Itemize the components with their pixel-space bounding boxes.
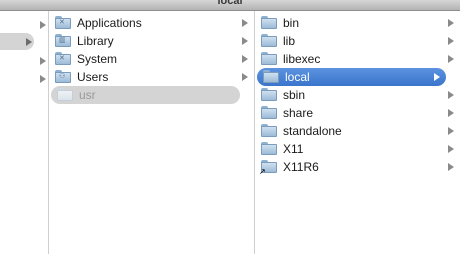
applications-folder-icon: ✕ bbox=[55, 16, 71, 29]
list-item-label: Users bbox=[77, 70, 109, 84]
disclosure-arrow-icon bbox=[448, 109, 454, 117]
list-item-users[interactable]: ⚇ Users bbox=[49, 68, 254, 86]
disclosure-arrow-icon bbox=[448, 37, 454, 45]
list-item-label: sbin bbox=[283, 88, 306, 102]
disclosure-arrow-icon bbox=[434, 73, 440, 81]
list-item-libexec[interactable]: libexec bbox=[255, 50, 460, 68]
disclosure-arrow-icon bbox=[448, 19, 454, 27]
list-item-label: share bbox=[283, 106, 314, 120]
list-item-bin[interactable]: bin bbox=[255, 14, 460, 32]
list-item-x11r6[interactable]: ↗ X11R6 bbox=[255, 158, 460, 176]
folder-icon bbox=[261, 16, 277, 29]
browser-column-3[interactable]: bin lib libexec local sbin share standal… bbox=[255, 11, 460, 254]
browser-column-2[interactable]: ✕ Applications ▥ Library ✕ System ⚇ User… bbox=[49, 11, 254, 254]
folder-alias-icon: ↗ bbox=[259, 160, 277, 176]
folder-icon bbox=[261, 142, 277, 155]
disclosure-arrow-icon bbox=[242, 19, 248, 27]
list-item-label: X11 bbox=[283, 142, 304, 156]
window-title: local bbox=[217, 0, 243, 7]
list-item-system[interactable]: ✕ System bbox=[49, 50, 254, 68]
disclosure-arrow-icon bbox=[448, 127, 454, 135]
disclosure-arrow-icon bbox=[448, 55, 454, 63]
list-item-label: System bbox=[77, 52, 118, 66]
disclosure-arrow-icon bbox=[242, 37, 248, 45]
list-item-label: Applications bbox=[77, 16, 142, 30]
window-titlebar[interactable]: local bbox=[0, 0, 460, 11]
users-folder-icon: ⚇ bbox=[55, 70, 71, 83]
column-1-row[interactable] bbox=[0, 16, 48, 34]
column-1-row[interactable] bbox=[0, 70, 48, 88]
list-item-share[interactable]: share bbox=[255, 104, 460, 122]
folder-icon bbox=[261, 106, 277, 119]
disclosure-arrow-icon bbox=[40, 75, 46, 83]
list-item-applications[interactable]: ✕ Applications bbox=[49, 14, 254, 32]
list-item-x11[interactable]: X11 bbox=[255, 140, 460, 158]
folder-icon bbox=[57, 88, 73, 101]
disclosure-arrow-icon bbox=[242, 55, 248, 63]
browser-column-1[interactable] bbox=[0, 11, 48, 254]
list-item-label: local bbox=[285, 70, 310, 84]
list-item-local[interactable]: local bbox=[257, 68, 446, 86]
list-item-label: X11R6 bbox=[283, 160, 319, 174]
list-item-label: usr bbox=[79, 88, 96, 102]
list-item-usr[interactable]: usr bbox=[51, 86, 240, 104]
list-item-label: libexec bbox=[283, 52, 321, 66]
list-item-label: Library bbox=[77, 34, 114, 48]
column-1-selected-row[interactable] bbox=[0, 33, 34, 50]
disclosure-arrow-icon bbox=[448, 163, 454, 171]
system-folder-icon: ✕ bbox=[55, 52, 71, 65]
list-item-label: bin bbox=[283, 16, 300, 30]
list-item-standalone[interactable]: standalone bbox=[255, 122, 460, 140]
folder-icon bbox=[261, 52, 277, 65]
disclosure-arrow-icon bbox=[26, 38, 32, 46]
library-folder-icon: ▥ bbox=[55, 34, 71, 47]
list-item-library[interactable]: ▥ Library bbox=[49, 32, 254, 50]
list-item-lib[interactable]: lib bbox=[255, 32, 460, 50]
list-item-label: standalone bbox=[283, 124, 342, 138]
column-1-row[interactable] bbox=[0, 52, 48, 70]
disclosure-arrow-icon bbox=[242, 73, 248, 81]
list-item-sbin[interactable]: sbin bbox=[255, 86, 460, 104]
folder-icon bbox=[263, 70, 279, 83]
disclosure-arrow-icon bbox=[448, 91, 454, 99]
list-item-label: lib bbox=[283, 34, 296, 48]
disclosure-arrow-icon bbox=[448, 145, 454, 153]
folder-icon bbox=[261, 88, 277, 101]
folder-icon bbox=[261, 34, 277, 47]
disclosure-arrow-icon bbox=[40, 21, 46, 29]
folder-icon bbox=[261, 124, 277, 137]
disclosure-arrow-icon bbox=[40, 57, 46, 65]
